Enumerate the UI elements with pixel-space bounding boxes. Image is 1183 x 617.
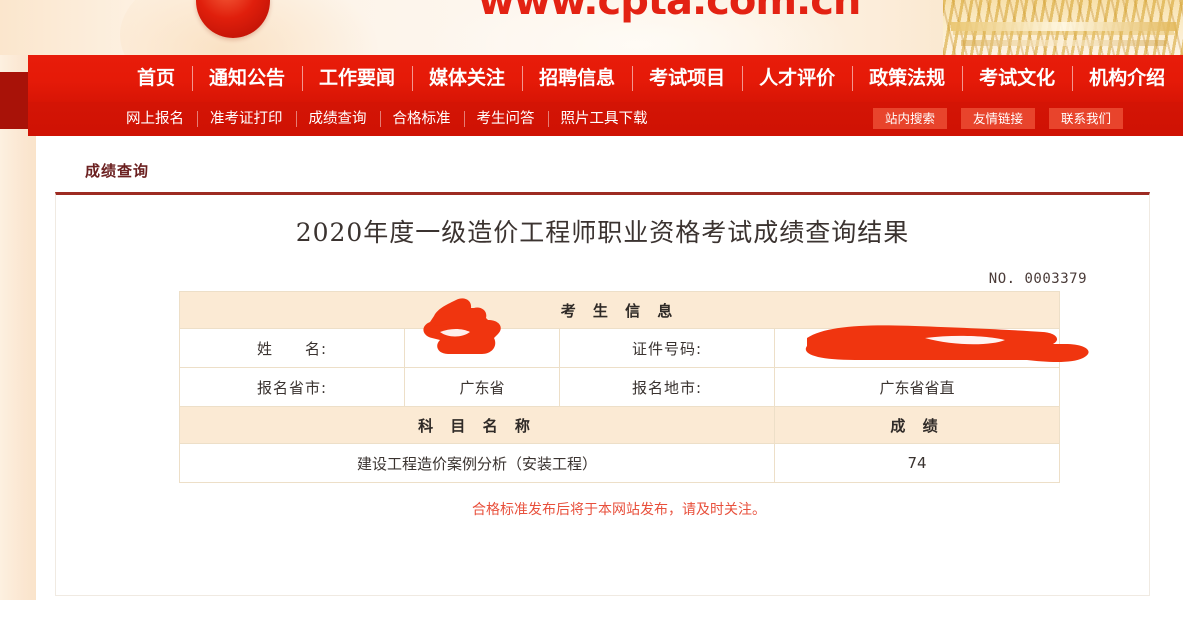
nav-item-4[interactable]: 招聘信息 [522,55,632,102]
table-row-candidate-header: 考 生 信 息 [178,291,1061,329]
city-label: 报名地市: [559,367,775,407]
sub-nav-item-0[interactable]: 网上报名 [113,102,197,136]
sub-nav-item-4[interactable]: 考生问答 [463,102,548,136]
subject-name: 建设工程造价案例分析（安装工程） [179,443,775,483]
name-value [404,328,560,368]
page-title: 2020年度一级造价工程师职业资格考试成绩查询结果 [295,218,910,247]
sub-nav-item-2[interactable]: 成绩查询 [295,102,380,136]
nav-item-5[interactable]: 考试项目 [632,55,742,102]
result-table: 考 生 信 息 姓 名: 证件号码: 报名省市: 广东省 报名地市: 广东省省直… [178,291,1061,483]
id-number-label: 证件号码: [559,328,775,368]
table-row: 报名省市: 广东省 报名地市: 广东省省直 [179,367,1061,407]
gold-pattern-icon [943,0,1183,55]
nav-item-0[interactable]: 首页 [120,55,192,102]
province-label: 报名省市: [179,367,405,407]
table-row: 建设工程造价案例分析（安装工程） 74 [179,443,1061,483]
city-value: 广东省省直 [773,367,1061,407]
sub-nav-button-2[interactable]: 联系我们 [1048,108,1123,129]
name-label: 姓 名: [179,328,405,368]
sub-navigation-items: 网上报名 准考证打印 成绩查询 合格标准 考生问答 照片工具下载 [113,102,661,136]
table-row: 姓 名: 证件号码: [179,328,1061,368]
result-card: 2020年度一级造价工程师职业资格考试成绩查询结果 NO. 0003379 考 … [55,192,1150,596]
id-number-value [773,328,1061,368]
serial-number: NO. 0003379 [988,271,1087,287]
standard-notice: 合格标准发布后将于本网站发布，请及时关注。 [472,502,766,518]
gold-band-1 [951,22,1176,31]
gold-band-2 [961,40,1166,46]
table-row-score-header: 科 目 名 称 成 绩 [179,406,1061,444]
sub-nav-item-3[interactable]: 合格标准 [379,102,464,136]
site-url-text: www.cpta.com.cn [478,0,861,24]
page-root: www.cpta.com.cn 首页 通知公告 工作要闻 媒体关注 招聘信息 考试项目 人才… [0,0,1183,617]
province-value: 广东省 [404,367,560,407]
nav-item-3[interactable]: 媒体关注 [412,55,522,102]
subject-column-header: 科 目 名 称 [179,406,775,444]
score-value: 74 [773,443,1061,483]
nav-item-6[interactable]: 人才评价 [742,55,852,102]
sub-navigation-bar: 网上报名 准考证打印 成绩查询 合格标准 考生问答 照片工具下载 站内搜索 友情链接 联系我们 [28,102,1183,136]
sub-nav-button-1[interactable]: 友情链接 [960,108,1035,129]
main-navigation-items: 首页 通知公告 工作要闻 媒体关注 招聘信息 考试项目 人才评价 政策法规 考试文化 机构介绍 [120,55,1182,102]
sub-nav-item-5[interactable]: 照片工具下载 [547,102,661,136]
main-navigation-bar: 首页 通知公告 工作要闻 媒体关注 招聘信息 考试项目 人才评价 政策法规 考试文化 机构介绍 [28,55,1183,102]
nav-item-1[interactable]: 通知公告 [192,55,302,102]
nav-item-7[interactable]: 政策法规 [852,55,962,102]
breadcrumb: 成绩查询 [85,162,150,180]
score-column-header: 成 绩 [773,406,1061,444]
sub-navigation-buttons: 站内搜索 友情链接 联系我们 [872,108,1123,129]
nav-item-2[interactable]: 工作要闻 [302,55,412,102]
sub-nav-item-1[interactable]: 准考证打印 [197,102,296,136]
nav-item-8[interactable]: 考试文化 [962,55,1072,102]
nav-item-9[interactable]: 机构介绍 [1072,55,1182,102]
sub-nav-button-0[interactable]: 站内搜索 [872,108,947,129]
site-banner: www.cpta.com.cn [0,0,1183,55]
candidate-info-header: 考 生 信 息 [178,291,1061,329]
